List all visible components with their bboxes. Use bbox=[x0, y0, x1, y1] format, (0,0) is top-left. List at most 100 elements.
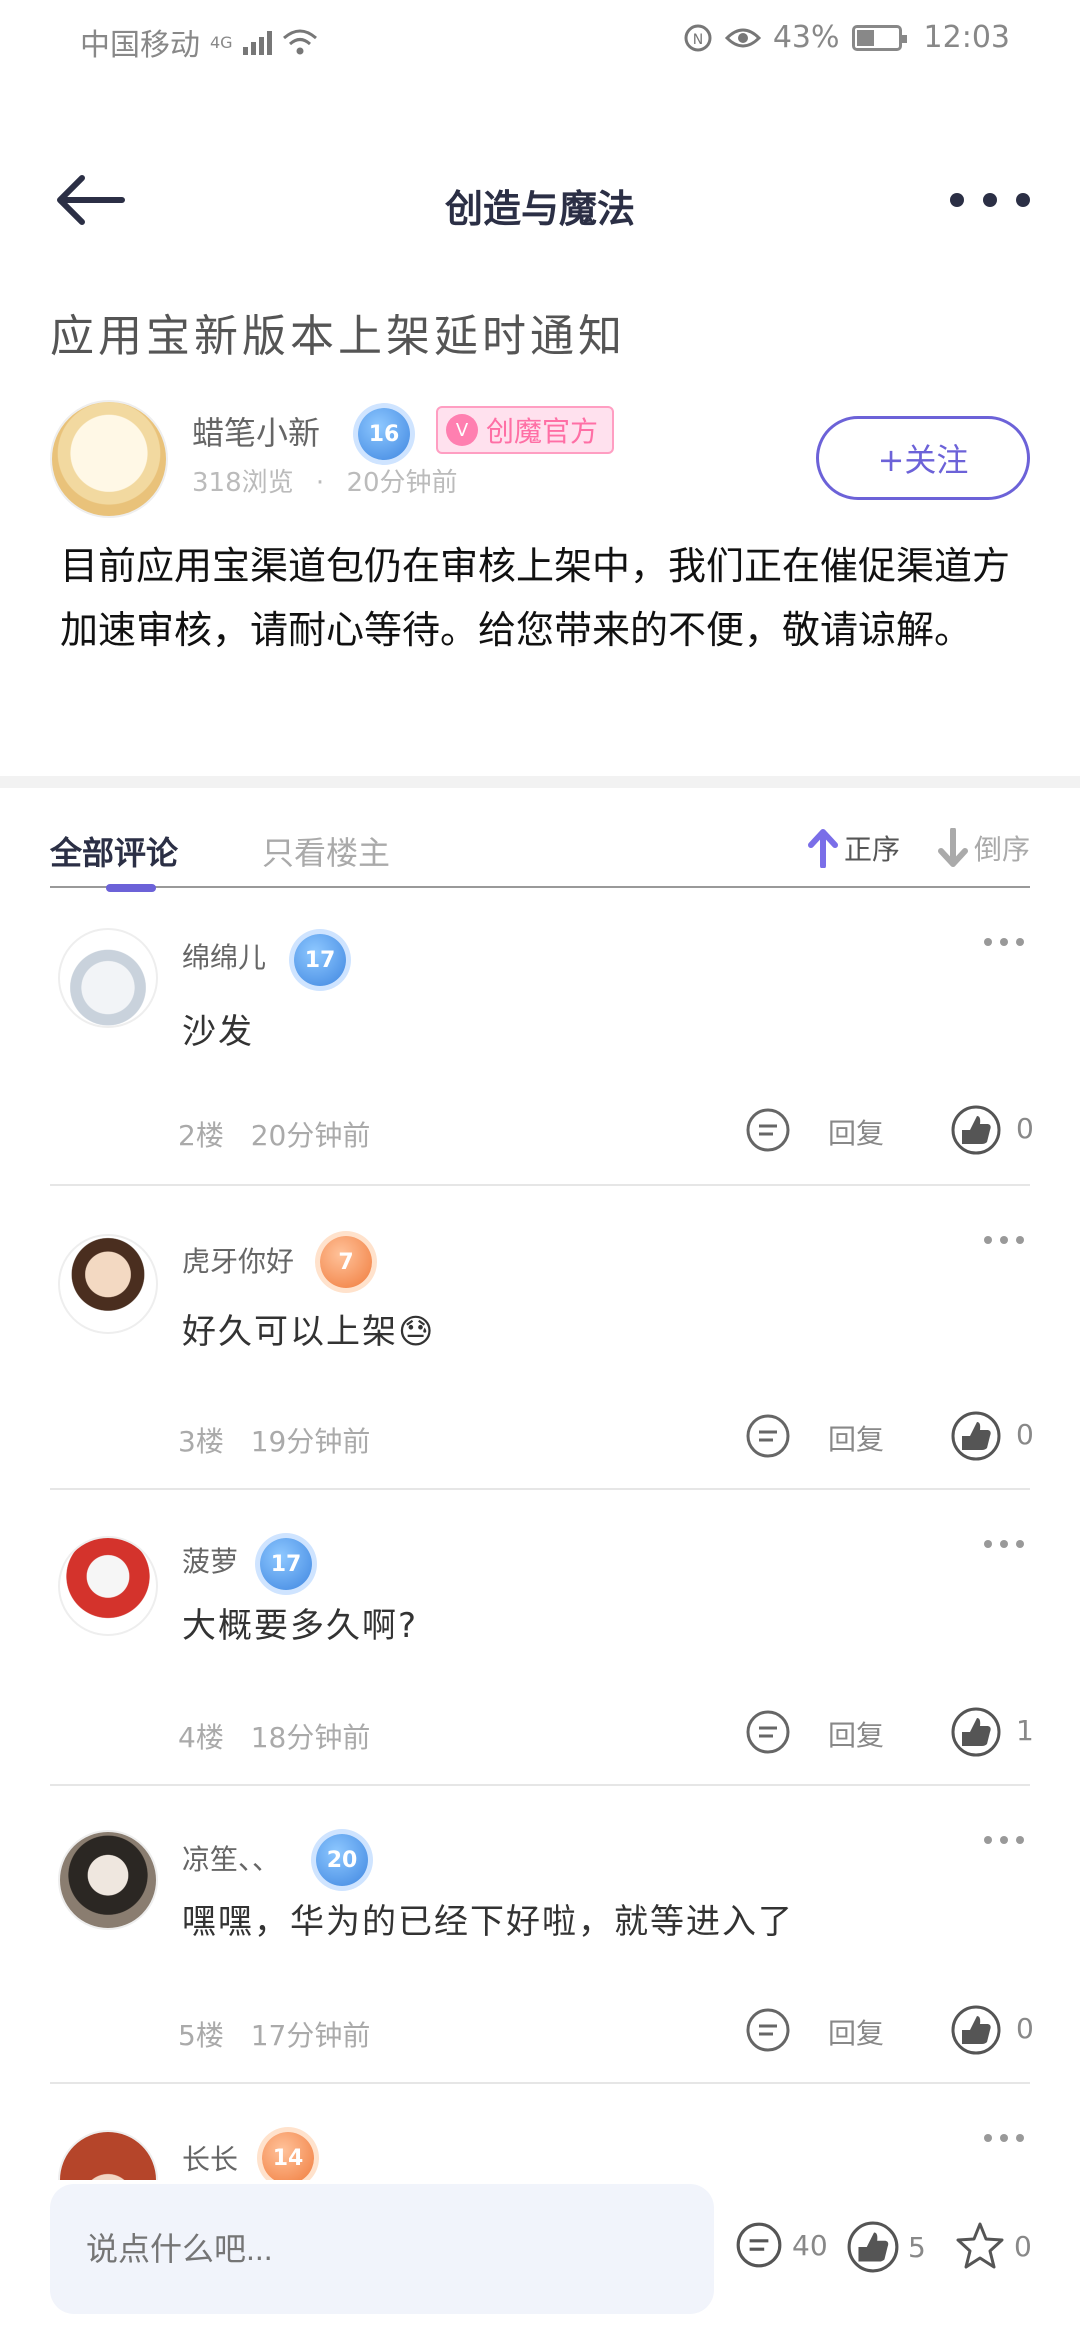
post-body: 目前应用宝渠道包仍在审核上架中，我们正在催促渠道方加速审核，请耐心等待。给您带来… bbox=[60, 544, 1011, 652]
post-title: 应用宝新版本上架延时通知 bbox=[50, 311, 626, 362]
comment-more-icon[interactable] bbox=[984, 2134, 1024, 2144]
reply-icon[interactable] bbox=[744, 2006, 792, 2054]
favorite-count: 0 bbox=[1014, 2229, 1032, 2263]
commenter-level-badge: 17 bbox=[260, 1538, 312, 1590]
floor-number: 5楼 bbox=[178, 2019, 224, 2052]
commenter-avatar[interactable] bbox=[58, 1536, 158, 1636]
section-divider bbox=[0, 776, 1080, 788]
comment-item: 长长 14 bbox=[50, 2084, 1030, 2180]
like-count: 0 bbox=[1016, 2012, 1034, 2045]
comment-item: 菠萝 17 大概要多久啊? 4楼 18分钟前 回复 1 bbox=[50, 1490, 1034, 1786]
comment-time: 17分钟前 bbox=[250, 2019, 371, 2052]
bottom-action-bar: 40 5 0 bbox=[0, 2180, 1080, 2340]
comment-item: 虎牙你好 7 好久可以上架😓 3楼 19分钟前 回复 0 bbox=[50, 1186, 1034, 1490]
comment-more-icon[interactable] bbox=[984, 1836, 1024, 1846]
status-bar: 中国移动 4G N 43% 12:03 bbox=[0, 0, 1080, 80]
floor-number: 3楼 bbox=[178, 1425, 224, 1458]
commenter-level-badge: 20 bbox=[316, 1834, 368, 1886]
follow-button[interactable]: +关注 bbox=[816, 416, 1030, 500]
svg-text:N: N bbox=[693, 32, 703, 48]
tab-all-comments[interactable]: 全部评论 bbox=[50, 828, 178, 874]
like-thumb-icon[interactable] bbox=[950, 1104, 1002, 1156]
wifi-icon bbox=[282, 29, 317, 55]
comment-text: 嘿嘿，华为的已经下好啦，就等进入了 bbox=[182, 1902, 794, 1942]
battery-percent: 43% bbox=[772, 20, 840, 55]
like-count: 0 bbox=[1016, 1418, 1034, 1451]
comment-item: 凉笙、、 20 嘿嘿，华为的已经下好啦，就等进入了 5楼 17分钟前 回复 0 bbox=[50, 1786, 1034, 2084]
comment-more-icon[interactable] bbox=[984, 1540, 1024, 1550]
official-badge-label: 创魔官方 bbox=[486, 415, 599, 448]
floor-number: 2楼 bbox=[178, 1119, 224, 1152]
comment-time: 20分钟前 bbox=[250, 1119, 371, 1152]
sort-ascending-label: 正序 bbox=[843, 833, 900, 866]
commenter-level-badge: 14 bbox=[262, 2132, 314, 2180]
sort-descending-label: 倒序 bbox=[973, 833, 1030, 866]
reply-icon[interactable] bbox=[744, 1412, 792, 1460]
sort-descending-button[interactable]: 倒序 bbox=[937, 828, 1030, 868]
commenter-avatar[interactable] bbox=[58, 928, 158, 1028]
commenter-name[interactable]: 长长 bbox=[182, 2138, 238, 2178]
like-count: 0 bbox=[1016, 1112, 1034, 1145]
carrier-label: 中国移动 bbox=[80, 28, 200, 63]
post-time: 20分钟前 bbox=[346, 468, 458, 498]
reply-button[interactable]: 回复 bbox=[828, 2012, 884, 2052]
like-total: 5 bbox=[908, 2230, 926, 2264]
top-bar: 创造与魔法 bbox=[0, 150, 1080, 250]
comment-input[interactable] bbox=[50, 2184, 714, 2314]
comment-meta: 3楼 19分钟前 bbox=[178, 1420, 370, 1460]
commenter-name[interactable]: 菠萝 bbox=[182, 1540, 238, 1580]
like-thumb-icon[interactable] bbox=[950, 1410, 1002, 1462]
comment-meta: 5楼 17分钟前 bbox=[178, 2014, 370, 2054]
like-thumb-icon[interactable] bbox=[950, 1706, 1002, 1758]
official-badge: V 创魔官方 bbox=[436, 406, 615, 454]
author-avatar[interactable] bbox=[50, 400, 168, 518]
commenter-avatar[interactable] bbox=[58, 1830, 158, 1930]
like-count: 1 bbox=[1016, 1714, 1034, 1747]
network-type: 4G bbox=[210, 32, 233, 52]
active-tab-indicator bbox=[106, 884, 156, 892]
tab-op-only[interactable]: 只看楼主 bbox=[262, 828, 390, 874]
like-thumb-icon bbox=[847, 2221, 899, 2273]
eye-icon bbox=[724, 28, 761, 47]
comment-icon bbox=[736, 2222, 782, 2268]
reply-button[interactable]: 回复 bbox=[828, 1418, 884, 1458]
commenter-avatar[interactable] bbox=[58, 2130, 158, 2180]
comment-count-button[interactable]: 40 bbox=[734, 2220, 828, 2270]
arrow-up-icon bbox=[807, 829, 838, 868]
comment-meta: 2楼 20分钟前 bbox=[178, 1114, 370, 1154]
comment-count: 40 bbox=[792, 2228, 828, 2262]
official-v-icon: V bbox=[446, 414, 478, 446]
comment-tabs: 全部评论 只看楼主 正序 倒序 bbox=[50, 828, 1030, 892]
comment-text: 大概要多久啊? bbox=[182, 1606, 419, 1646]
commenter-avatar[interactable] bbox=[58, 1234, 158, 1334]
comment-more-icon[interactable] bbox=[984, 938, 1024, 948]
commenter-name[interactable]: 绵绵儿 bbox=[182, 936, 266, 976]
commenter-name[interactable]: 凉笙、、 bbox=[182, 1838, 280, 1878]
comment-more-icon[interactable] bbox=[984, 1236, 1024, 1246]
comment-time: 18分钟前 bbox=[250, 1721, 371, 1754]
favorite-button[interactable]: 0 bbox=[954, 2220, 1032, 2272]
reply-icon[interactable] bbox=[744, 1106, 792, 1154]
like-button[interactable]: 5 bbox=[846, 2220, 926, 2274]
more-options-icon[interactable] bbox=[950, 180, 1030, 220]
commenter-level-badge: 7 bbox=[320, 1236, 372, 1288]
reply-button[interactable]: 回复 bbox=[828, 1714, 884, 1754]
comment-time: 19分钟前 bbox=[250, 1425, 371, 1458]
reply-icon[interactable] bbox=[744, 1708, 792, 1756]
floor-number: 4楼 bbox=[178, 1721, 224, 1754]
comment-text: 沙发 bbox=[182, 1012, 254, 1052]
author-name[interactable]: 蜡笔小新 bbox=[192, 408, 320, 454]
battery-icon bbox=[851, 24, 907, 51]
commenter-name[interactable]: 虎牙你好 bbox=[182, 1240, 294, 1280]
like-thumb-icon[interactable] bbox=[950, 2004, 1002, 2056]
comment-meta: 4楼 18分钟前 bbox=[178, 1716, 370, 1756]
signal-icon bbox=[242, 29, 272, 55]
arrow-down-icon bbox=[937, 828, 968, 867]
post-meta: 318浏览 · 20分钟前 bbox=[192, 468, 458, 498]
comment-item: 绵绵儿 17 沙发 2楼 20分钟前 回复 0 bbox=[50, 900, 1034, 1186]
comment-text: 好久可以上架😓 bbox=[182, 1312, 436, 1352]
sort-ascending-button[interactable]: 正序 bbox=[807, 828, 900, 868]
view-count: 318浏览 bbox=[192, 468, 294, 498]
reply-button[interactable]: 回复 bbox=[828, 1112, 884, 1152]
author-level-badge: 16 bbox=[358, 408, 410, 460]
